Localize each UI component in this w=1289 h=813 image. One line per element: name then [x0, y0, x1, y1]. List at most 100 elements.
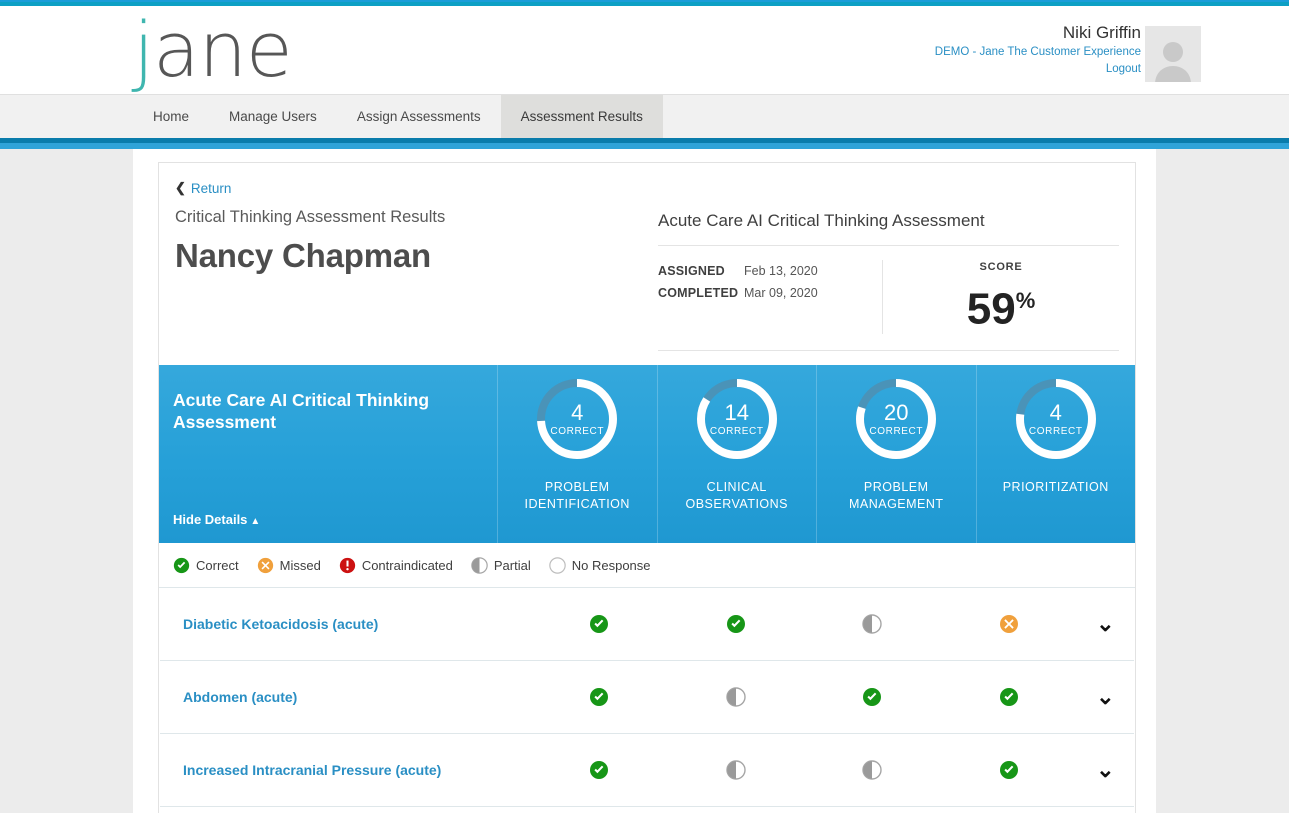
results-table: Diabetic Ketoacidosis (acute) ⌄ Abdomen (a…	[159, 587, 1135, 807]
row-status-cell	[668, 614, 804, 634]
row-status-cell	[804, 760, 940, 780]
chevron-down-icon[interactable]: ⌄	[1077, 759, 1134, 781]
return-link[interactable]: ❮ Return	[175, 180, 231, 196]
row-status-cell	[804, 687, 940, 707]
score-number: 59	[966, 284, 1016, 334]
donut-chart-group: 4 CORRECT PROBLEM IDENTIFICATION 14 CORRECT C…	[497, 365, 1135, 543]
donut-unit: CORRECT	[550, 425, 605, 437]
donut-cell-clinical-observations: 14 CORRECT CLINICAL OBSERVATIONS	[656, 365, 817, 543]
status-legend: Correct Missed Contraindicated Partial No Re…	[159, 543, 1135, 587]
donut-center: 14 CORRECT	[695, 377, 779, 461]
legend-item-correct: Correct	[173, 557, 239, 574]
score-unit: %	[1015, 288, 1036, 313]
table-row[interactable]: Diabetic Ketoacidosis (acute) ⌄	[160, 588, 1134, 661]
avatar[interactable]	[1145, 26, 1201, 82]
legend-label: No Response	[571, 558, 651, 573]
partial-icon	[862, 614, 882, 634]
legend-item-missed: Missed	[257, 557, 321, 574]
panel-title-column: Acute Care AI Critical Thinking Assessme…	[159, 365, 497, 543]
completed-label: COMPLETED	[658, 286, 739, 300]
logo-ane: ane	[153, 5, 292, 94]
donut-cell-problem-identification: 4 CORRECT PROBLEM IDENTIFICATION	[497, 365, 657, 543]
page-container: ❮ Return Critical Thinking Assessment Re…	[133, 149, 1156, 813]
hide-details-toggle[interactable]: Hide Details ▲	[173, 512, 260, 527]
assigned-value: Feb 13, 2020	[744, 264, 818, 278]
correct-icon	[999, 688, 1018, 706]
legend-label: Missed	[279, 558, 321, 573]
completed-value: Mar 09, 2020	[744, 286, 818, 300]
row-status-cell	[940, 614, 1076, 634]
logout-link[interactable]: Logout	[935, 61, 1141, 77]
user-avatar-icon	[1155, 42, 1191, 82]
donut-center: 4 CORRECT	[535, 377, 619, 461]
chevron-down-icon[interactable]: ⌄	[1077, 686, 1134, 708]
legend-item-none: No Response	[548, 557, 651, 574]
jane-logo[interactable]: jane	[133, 5, 293, 94]
row-status-cell	[531, 760, 667, 780]
row-status-cell	[804, 614, 940, 634]
correct-icon	[590, 761, 609, 779]
donut-category-label: PROBLEM MANAGEMENT	[848, 480, 944, 511]
donut-unit: CORRECT	[709, 425, 764, 437]
results-header: Critical Thinking Assessment Results Nan…	[159, 197, 1135, 351]
score-value-wrap: 59%	[883, 276, 1119, 335]
partial-icon	[862, 760, 882, 780]
main-nav: Home Manage Users Assign Assessments Assess…	[0, 94, 1289, 138]
donut-category-label: PRIORITIZATION	[1002, 480, 1109, 494]
donut-value: 20	[884, 399, 909, 425]
nav-item-home[interactable]: Home	[133, 95, 209, 138]
donut-center: 4 CORRECT	[1014, 377, 1098, 461]
assessment-summary: Acute Care AI Critical Thinking Assessme…	[657, 197, 1119, 351]
hide-details-label: Hide Details	[173, 512, 248, 527]
assessment-name: Acute Care AI Critical Thinking Assessme…	[658, 211, 985, 230]
results-card: ❮ Return Critical Thinking Assessment Re…	[158, 162, 1136, 813]
donut-cell-prioritization: 4 CORRECT PRIORITIZATION	[975, 365, 1136, 543]
row-status-cell	[531, 614, 667, 634]
nav-item-assessment-results[interactable]: Assessment Results	[500, 95, 663, 138]
user-organization[interactable]: DEMO - Jane The Customer Experience	[935, 44, 1141, 61]
row-status-cell	[940, 687, 1076, 707]
missed-icon	[999, 615, 1018, 633]
nav-item-manage-users[interactable]: Manage Users	[209, 95, 337, 138]
correct-icon	[590, 615, 609, 633]
correct-icon	[590, 688, 609, 706]
donut-value: 14	[724, 399, 749, 425]
row-status-cell	[940, 760, 1076, 780]
chevron-down-icon[interactable]: ⌄	[1077, 613, 1134, 635]
nav-item-assign-assessments[interactable]: Assign Assessments	[337, 95, 501, 138]
page-title: Nancy Chapman	[175, 237, 431, 274]
assigned-label: ASSIGNED	[658, 264, 725, 278]
legend-label: Contraindicated	[361, 558, 453, 573]
score-label: SCORE	[979, 261, 1023, 273]
table-row[interactable]: Abdomen (acute) ⌄	[160, 661, 1134, 734]
assessment-meta: ASSIGNED Feb 13, 2020 COMPLETED Mar 09, …	[658, 245, 1119, 351]
row-status-cell	[668, 687, 804, 707]
row-title-link[interactable]: Diabetic Ketoacidosis (acute)	[160, 616, 531, 632]
correct-icon	[999, 761, 1018, 779]
table-row[interactable]: Increased Intracranial Pressure (acute) ⌄	[160, 734, 1134, 807]
row-title-link[interactable]: Abdomen (acute)	[160, 689, 531, 705]
donut-value: 4	[1049, 399, 1062, 425]
row-title-link[interactable]: Increased Intracranial Pressure (acute)	[160, 762, 531, 778]
correct-icon	[863, 688, 882, 706]
donut-unit: CORRECT	[1028, 425, 1083, 437]
partial-icon	[726, 687, 746, 707]
none-icon	[548, 557, 566, 574]
assessment-dates: ASSIGNED Feb 13, 2020 COMPLETED Mar 09, …	[658, 260, 883, 334]
legend-item-contraindicated: Contraindicated	[339, 557, 453, 574]
assessment-overview-panel: Acute Care AI Critical Thinking Assessme…	[159, 365, 1135, 543]
donut-chart: 20 CORRECT	[854, 377, 938, 461]
partial-icon	[471, 557, 488, 574]
donut-chart: 4 CORRECT	[1014, 377, 1098, 461]
donut-category-label: CLINICAL OBSERVATIONS	[685, 480, 789, 511]
chevron-left-icon: ❮	[175, 180, 186, 195]
site-header: jane Niki Griffin DEMO - Jane The Custom…	[0, 6, 1289, 94]
assigned-row: ASSIGNED Feb 13, 2020	[658, 260, 882, 282]
score-block: SCORE 59%	[883, 260, 1119, 334]
completed-row: COMPLETED Mar 09, 2020	[658, 282, 882, 304]
legend-item-partial: Partial	[471, 557, 531, 574]
correct-icon	[173, 557, 190, 574]
panel-title: Acute Care AI Critical Thinking Assessme…	[173, 390, 430, 432]
missed-icon	[257, 557, 273, 574]
user-info: Niki Griffin DEMO - Jane The Customer Ex…	[935, 22, 1141, 77]
